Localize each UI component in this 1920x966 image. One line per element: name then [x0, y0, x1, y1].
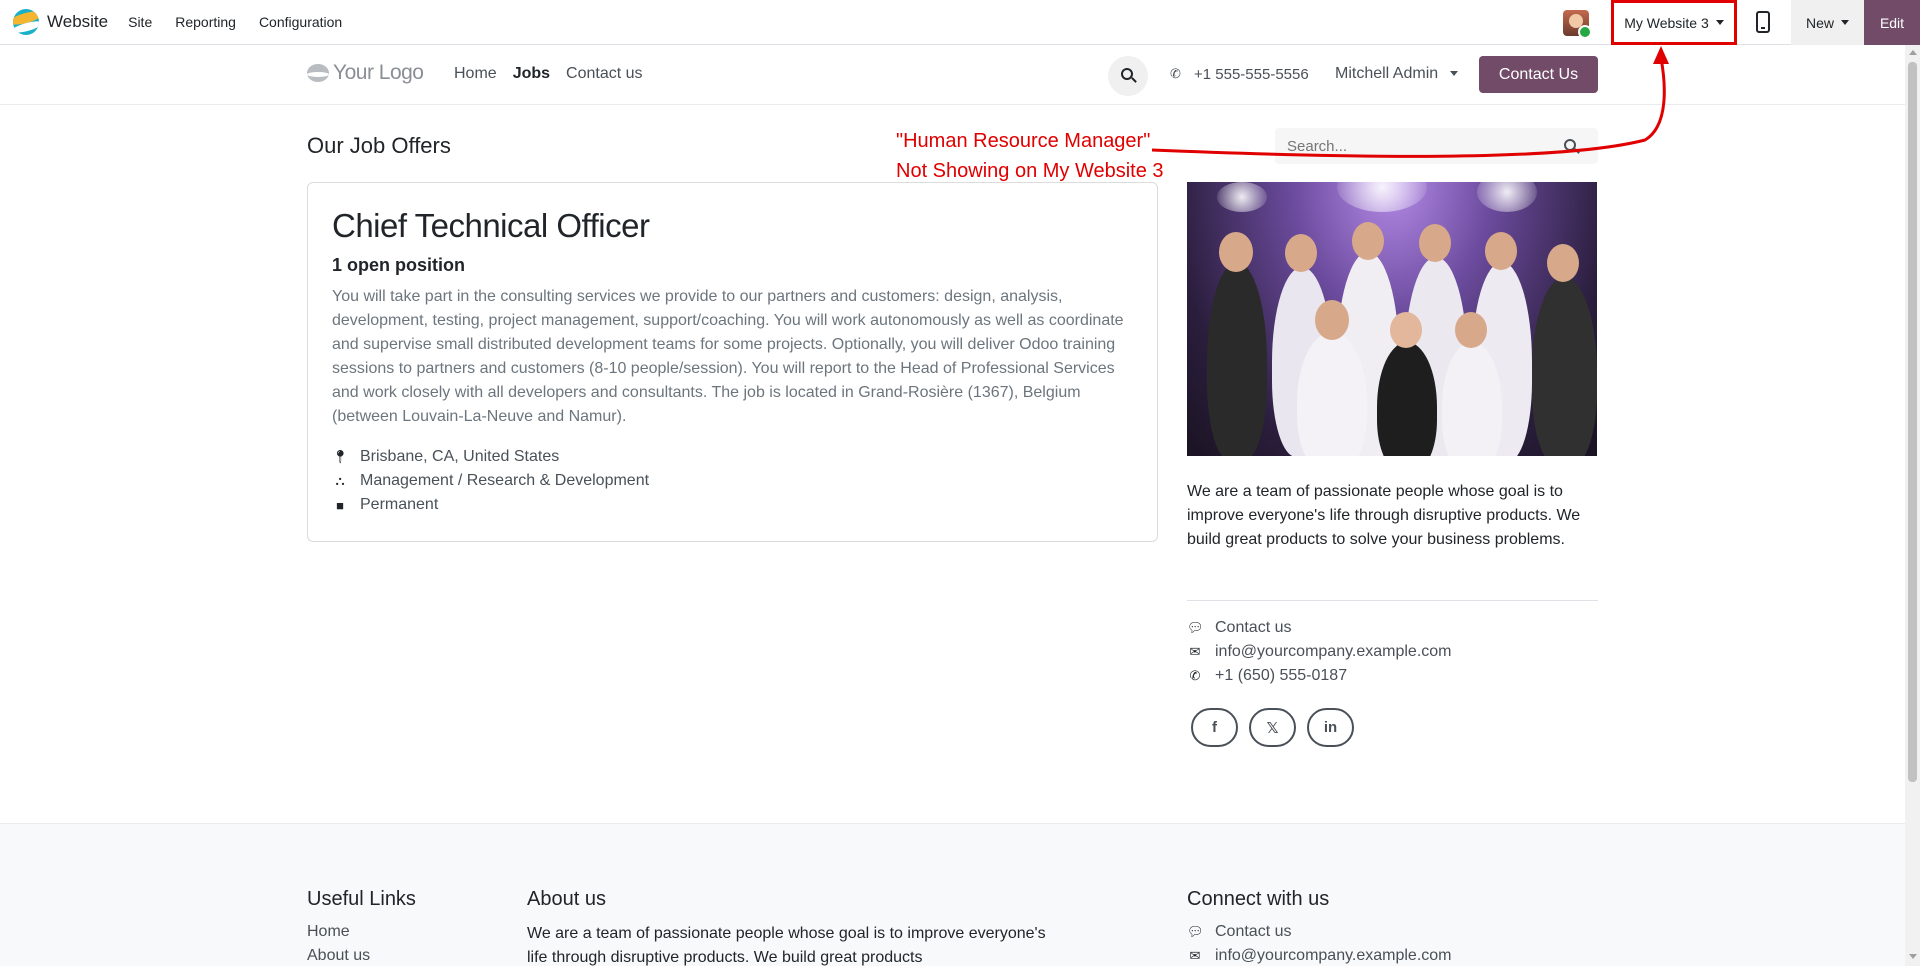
envelope-icon: ✉ [1189, 644, 1201, 659]
chevron-down-icon [1841, 20, 1849, 25]
sidebar-contact-us-text: Contact us [1215, 619, 1292, 636]
new-button-label: New [1805, 14, 1834, 31]
search-icon[interactable] [1564, 139, 1576, 151]
scroll-down-icon[interactable] [1909, 954, 1917, 959]
main-nav: Home Jobs Contact us [454, 65, 659, 83]
job-department-text: Management / Research & Development [360, 472, 650, 489]
footer-contact-us-text: Contact us [1215, 923, 1292, 940]
menu-reporting[interactable]: Reporting [175, 14, 236, 30]
logo-mark-icon [307, 64, 329, 82]
footer-about-text: We are a team of passionate people whose… [527, 925, 1046, 966]
nav-contact-us[interactable]: Contact us [566, 65, 642, 83]
annotation-line-1: "Human Resource Manager" [896, 130, 1151, 152]
website-switcher[interactable]: My Website 3 [1611, 0, 1737, 45]
phone-icon: ✆ [1189, 668, 1201, 683]
envelope-icon: ✉ [1189, 948, 1201, 963]
website-switcher-label: My Website 3 [1624, 14, 1709, 31]
menu-configuration[interactable]: Configuration [259, 14, 342, 30]
user-avatar[interactable] [1563, 10, 1592, 39]
chevron-down-icon [1715, 20, 1724, 25]
map-marker-icon: 📍︎ [332, 449, 349, 464]
linkedin-button[interactable]: in [1307, 708, 1354, 747]
open-positions: 1 open position [332, 255, 465, 275]
job-location: 📍︎ Brisbane, CA, United States [332, 448, 559, 466]
menu-site[interactable]: Site [128, 14, 152, 30]
team-photo [1187, 182, 1597, 456]
comment-icon: 💬︎ [1187, 620, 1204, 635]
facebook-icon: f [1212, 719, 1217, 736]
footer-email-text: info@yourcompany.example.com [1215, 947, 1452, 964]
footer-link-home[interactable]: Home [307, 923, 350, 941]
app-name: Website [47, 12, 109, 31]
app-brand[interactable]: Website [13, 0, 108, 45]
website-app-icon [13, 9, 39, 35]
sidebar-about: We are a team of passionate people whose… [1187, 483, 1581, 548]
linkedin-icon: in [1323, 719, 1338, 736]
footer-email[interactable]: ✉ info@yourcompany.example.com [1187, 947, 1452, 965]
x-twitter-icon: 𝕏 [1266, 719, 1279, 737]
page-scrollbar-thumb[interactable] [1908, 62, 1917, 782]
footer-about-title: About us [527, 888, 606, 910]
sidebar-divider [1187, 600, 1598, 601]
new-button[interactable]: New [1791, 0, 1864, 45]
user-name: Mitchell Admin [1335, 65, 1439, 82]
sidebar-email-text: info@yourcompany.example.com [1215, 643, 1452, 660]
contact-us-button[interactable]: Contact Us [1479, 56, 1598, 93]
scroll-up-icon[interactable] [1909, 50, 1917, 55]
header-phone[interactable]: +1 555-555-5556 [1194, 66, 1309, 83]
site-logo[interactable]: Your Logo [307, 61, 424, 85]
footer-connect-title: Connect with us [1187, 888, 1330, 910]
sidebar-contact-us[interactable]: 💬︎ Contact us [1187, 619, 1291, 637]
footer-contact-us[interactable]: 💬︎ Contact us [1187, 923, 1291, 941]
search-icon [1121, 68, 1133, 80]
page-title: Our Job Offers [307, 133, 451, 158]
user-menu[interactable]: Mitchell Admin [1335, 65, 1458, 83]
footer-useful-links-title: Useful Links [307, 888, 416, 910]
sidebar-phone-text: +1 (650) 555-0187 [1215, 667, 1348, 684]
header-search-button[interactable] [1108, 56, 1148, 96]
site-footer: Useful Links Home About us About us We a… [0, 823, 1905, 966]
facebook-button[interactable]: f [1191, 708, 1238, 747]
edit-button[interactable]: Edit [1864, 0, 1920, 45]
mobile-preview-icon[interactable] [1756, 11, 1770, 33]
job-department: ⛬ Management / Research & Development [332, 472, 649, 490]
job-search [1275, 128, 1598, 164]
phone-icon: ✆ [1170, 66, 1181, 81]
job-location-text: Brisbane, CA, United States [360, 448, 560, 465]
job-search-input[interactable] [1275, 128, 1555, 164]
website-header: Your Logo Home Jobs Contact us ✆ +1 555-… [0, 45, 1905, 105]
job-contract-text: Permanent [360, 496, 439, 513]
admin-menu: Site Reporting Configuration [128, 14, 365, 30]
annotation-text: "Human Resource Manager" Not Showing on … [896, 126, 1164, 186]
job-description: You will take part in the consulting ser… [332, 288, 1124, 425]
nav-home[interactable]: Home [454, 65, 497, 83]
sidebar-email[interactable]: ✉ info@yourcompany.example.com [1187, 643, 1452, 661]
logo-text: Your Logo [333, 61, 424, 84]
x-twitter-button[interactable]: 𝕏 [1249, 708, 1296, 747]
chevron-down-icon [1449, 71, 1458, 77]
job-contract: ■ Permanent [332, 496, 438, 514]
sidebar-phone[interactable]: ✆ +1 (650) 555-0187 [1187, 667, 1348, 685]
sitemap-icon: ⛬ [335, 473, 345, 488]
nav-jobs[interactable]: Jobs [513, 65, 550, 83]
job-title[interactable]: Chief Technical Officer [332, 207, 650, 245]
briefcase-icon: ■ [336, 497, 344, 513]
footer-link-about-us[interactable]: About us [307, 947, 370, 965]
job-card[interactable]: Chief Technical Officer 1 open position … [307, 182, 1158, 542]
comment-icon: 💬︎ [1187, 924, 1204, 939]
